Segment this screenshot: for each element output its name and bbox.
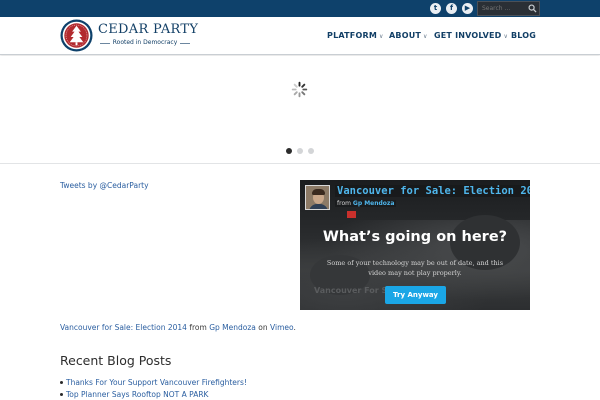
nav-label: BLOG bbox=[511, 31, 537, 40]
slider-dot[interactable] bbox=[286, 148, 292, 154]
credit-author-link[interactable]: Gp Mendoza bbox=[209, 323, 256, 332]
search-box bbox=[477, 1, 540, 16]
chevron-down-icon: ∨ bbox=[503, 33, 509, 40]
chevron-down-icon: ∨ bbox=[378, 33, 384, 40]
site-header: CEDAR PARTY Rooted in Democracy PLATFORM… bbox=[0, 17, 600, 55]
video-credit: Vancouver for Sale: Election 2014 from G… bbox=[60, 323, 296, 332]
video-faded-text: Vancouver For S bbox=[314, 286, 388, 295]
author-avatar[interactable] bbox=[305, 185, 330, 210]
flag-shape bbox=[347, 211, 356, 218]
hero-slider bbox=[0, 56, 600, 164]
youtube-icon[interactable]: ▶ bbox=[462, 3, 473, 14]
nav-label: ABOUT bbox=[389, 31, 422, 40]
search-input[interactable] bbox=[478, 2, 528, 15]
video-warning-message: Some of your technology may be out of da… bbox=[326, 259, 504, 277]
top-bar: t f ▶ bbox=[0, 0, 600, 17]
nav-platform[interactable]: PLATFORM ∨ bbox=[327, 31, 384, 40]
credit-vimeo-link[interactable]: Vimeo bbox=[270, 323, 293, 332]
avatar-hair bbox=[312, 189, 325, 195]
credit-end: . bbox=[293, 323, 296, 332]
cedar-seal-logo[interactable] bbox=[60, 19, 93, 52]
recent-posts-heading: Recent Blog Posts bbox=[60, 353, 172, 368]
recent-posts-list: Thanks For Your Support Vancouver Firefi… bbox=[60, 377, 247, 400]
vimeo-embed[interactable]: Vancouver for Sale: Election 2014 from G… bbox=[300, 180, 530, 310]
brand-name[interactable]: CEDAR PARTY bbox=[98, 22, 198, 37]
credit-on: on bbox=[258, 323, 268, 332]
nav-get-involved[interactable]: GET INVOLVED ∨ bbox=[434, 31, 508, 40]
facebook-icon[interactable]: f bbox=[446, 3, 457, 14]
byline-from: from bbox=[337, 200, 351, 207]
nav-blog[interactable]: BLOG bbox=[511, 31, 536, 40]
recent-post-link[interactable]: Thanks For Your Support Vancouver Firefi… bbox=[60, 377, 247, 389]
brand-tagline: Rooted in Democracy bbox=[100, 39, 190, 46]
twitter-icon[interactable]: t bbox=[430, 3, 441, 14]
tweets-link[interactable]: Tweets by @CedarParty bbox=[60, 181, 149, 190]
nav-about[interactable]: ABOUT ∨ bbox=[389, 31, 428, 40]
recent-post-link[interactable]: Top Planner Says Rooftop NOT A PARK bbox=[60, 389, 247, 400]
nav-label: PLATFORM bbox=[327, 31, 377, 40]
credit-from: from bbox=[189, 323, 207, 332]
video-warning-heading: What’s going on here? bbox=[322, 229, 508, 245]
avatar-shirt bbox=[309, 204, 328, 209]
chevron-down-icon: ∨ bbox=[423, 33, 428, 40]
video-title[interactable]: Vancouver for Sale: Election 2014 bbox=[335, 185, 530, 197]
byline-author-link[interactable]: Gp Mendoza bbox=[353, 200, 395, 207]
video-byline: from Gp Mendoza bbox=[335, 200, 397, 207]
search-icon[interactable] bbox=[528, 4, 537, 13]
loading-spinner-icon bbox=[291, 81, 308, 98]
credit-title-link[interactable]: Vancouver for Sale: Election 2014 bbox=[60, 323, 187, 332]
slider-dot[interactable] bbox=[297, 148, 303, 154]
nav-label: GET INVOLVED bbox=[434, 31, 502, 40]
try-anyway-button[interactable]: Try Anyway bbox=[385, 286, 446, 304]
slider-dot[interactable] bbox=[308, 148, 314, 154]
